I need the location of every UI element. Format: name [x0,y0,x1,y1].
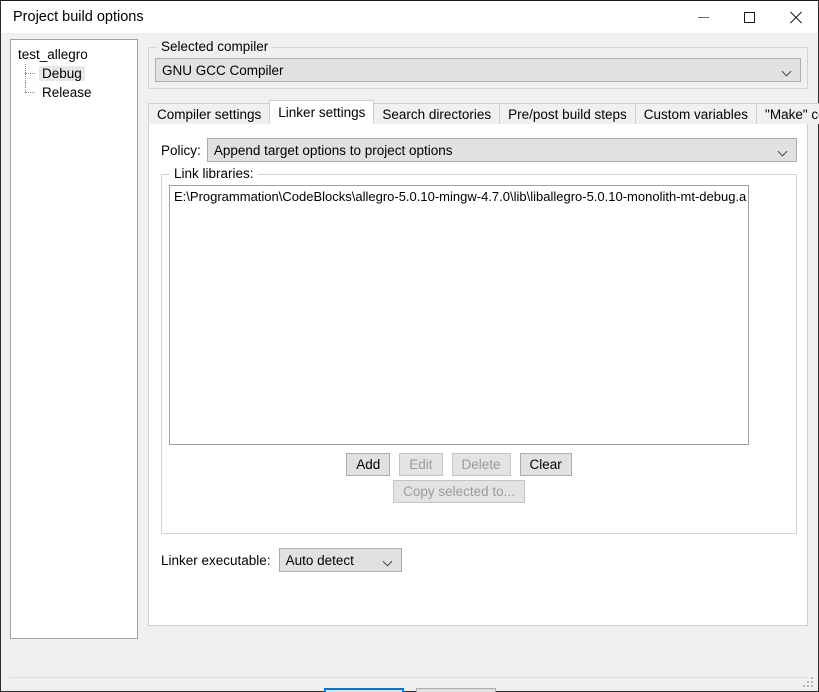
chevron-down-icon [779,148,788,153]
dialog-footer: OK Cancel [1,678,818,692]
dialog-content: test_allegro Debug Release Selected comp… [1,33,819,692]
project-build-options-dialog: Project build options test_allegro Debug… [0,0,819,692]
link-libraries-list[interactable]: E:\Programmation\CodeBlocks\allegro-5.0.… [169,185,749,445]
close-button[interactable] [772,1,818,33]
close-icon [789,11,802,24]
chevron-down-icon [384,558,393,563]
link-libraries-group: Link libraries: E:\Programmation\CodeBlo… [161,166,797,534]
maximize-button[interactable] [726,1,772,33]
chevron-down-icon [783,68,792,73]
clear-button[interactable]: Clear [519,453,572,476]
compiler-select[interactable]: GNU GCC Compiler [155,58,801,82]
tree-item-release[interactable]: Release [11,83,137,102]
copy-selected-to-button: Copy selected to... [393,480,525,503]
selected-compiler-group: Selected compiler GNU GCC Compiler [148,39,808,89]
policy-label: Policy: [161,142,201,158]
list-item[interactable]: E:\Programmation\CodeBlocks\allegro-5.0.… [170,186,748,205]
copy-selected-row: Copy selected to... [162,480,756,503]
delete-button: Delete [451,453,511,476]
linker-executable-select[interactable]: Auto detect [278,548,402,572]
linker-executable-label: Linker executable: [161,552,271,568]
minimize-icon [697,16,709,18]
tab-search-directories[interactable]: Search directories [373,103,501,124]
policy-select[interactable]: Append target options to project options [206,138,797,162]
tree-item-debug[interactable]: Debug [11,64,137,83]
add-button[interactable]: Add [346,453,391,476]
compiler-select-value: GNU GCC Compiler [162,62,284,78]
selected-compiler-label: Selected compiler [157,39,273,54]
ok-button[interactable]: OK [323,688,404,692]
title-bar: Project build options [1,1,818,33]
maximize-icon [743,11,755,23]
tab-make-commands[interactable]: "Make" commands [756,103,819,124]
target-tree[interactable]: test_allegro Debug Release [10,39,138,639]
linker-executable-row: Linker executable: Auto detect [161,548,402,572]
tree-item-root[interactable]: test_allegro [11,45,137,64]
policy-row: Policy: Append target options to project… [161,138,797,162]
window-title: Project build options [13,9,144,25]
tab-custom-variables[interactable]: Custom variables [634,103,758,124]
resize-grip[interactable] [802,676,815,689]
main-panel: Selected compiler GNU GCC Compiler Compi… [144,37,819,667]
minimize-button[interactable] [680,1,726,33]
tree-item-debug-label: Debug [39,66,85,81]
tree-item-release-label: Release [42,85,92,100]
window-controls [680,1,818,33]
cancel-button[interactable]: Cancel [415,688,496,692]
tab-linker-settings[interactable]: Linker settings [269,100,375,124]
policy-select-value: Append target options to project options [213,142,453,158]
tab-strip: Compiler settings Linker settings Search… [148,100,819,124]
tab-pre-post-build-steps[interactable]: Pre/post build steps [499,103,636,124]
linker-executable-value: Auto detect [285,552,354,568]
edit-button: Edit [399,453,443,476]
link-libraries-label: Link libraries: [170,166,258,181]
tab-compiler-settings[interactable]: Compiler settings [148,103,271,124]
linker-settings-panel: Policy: Append target options to project… [148,123,808,626]
link-libraries-actions: Add Edit Delete Clear [162,453,756,476]
